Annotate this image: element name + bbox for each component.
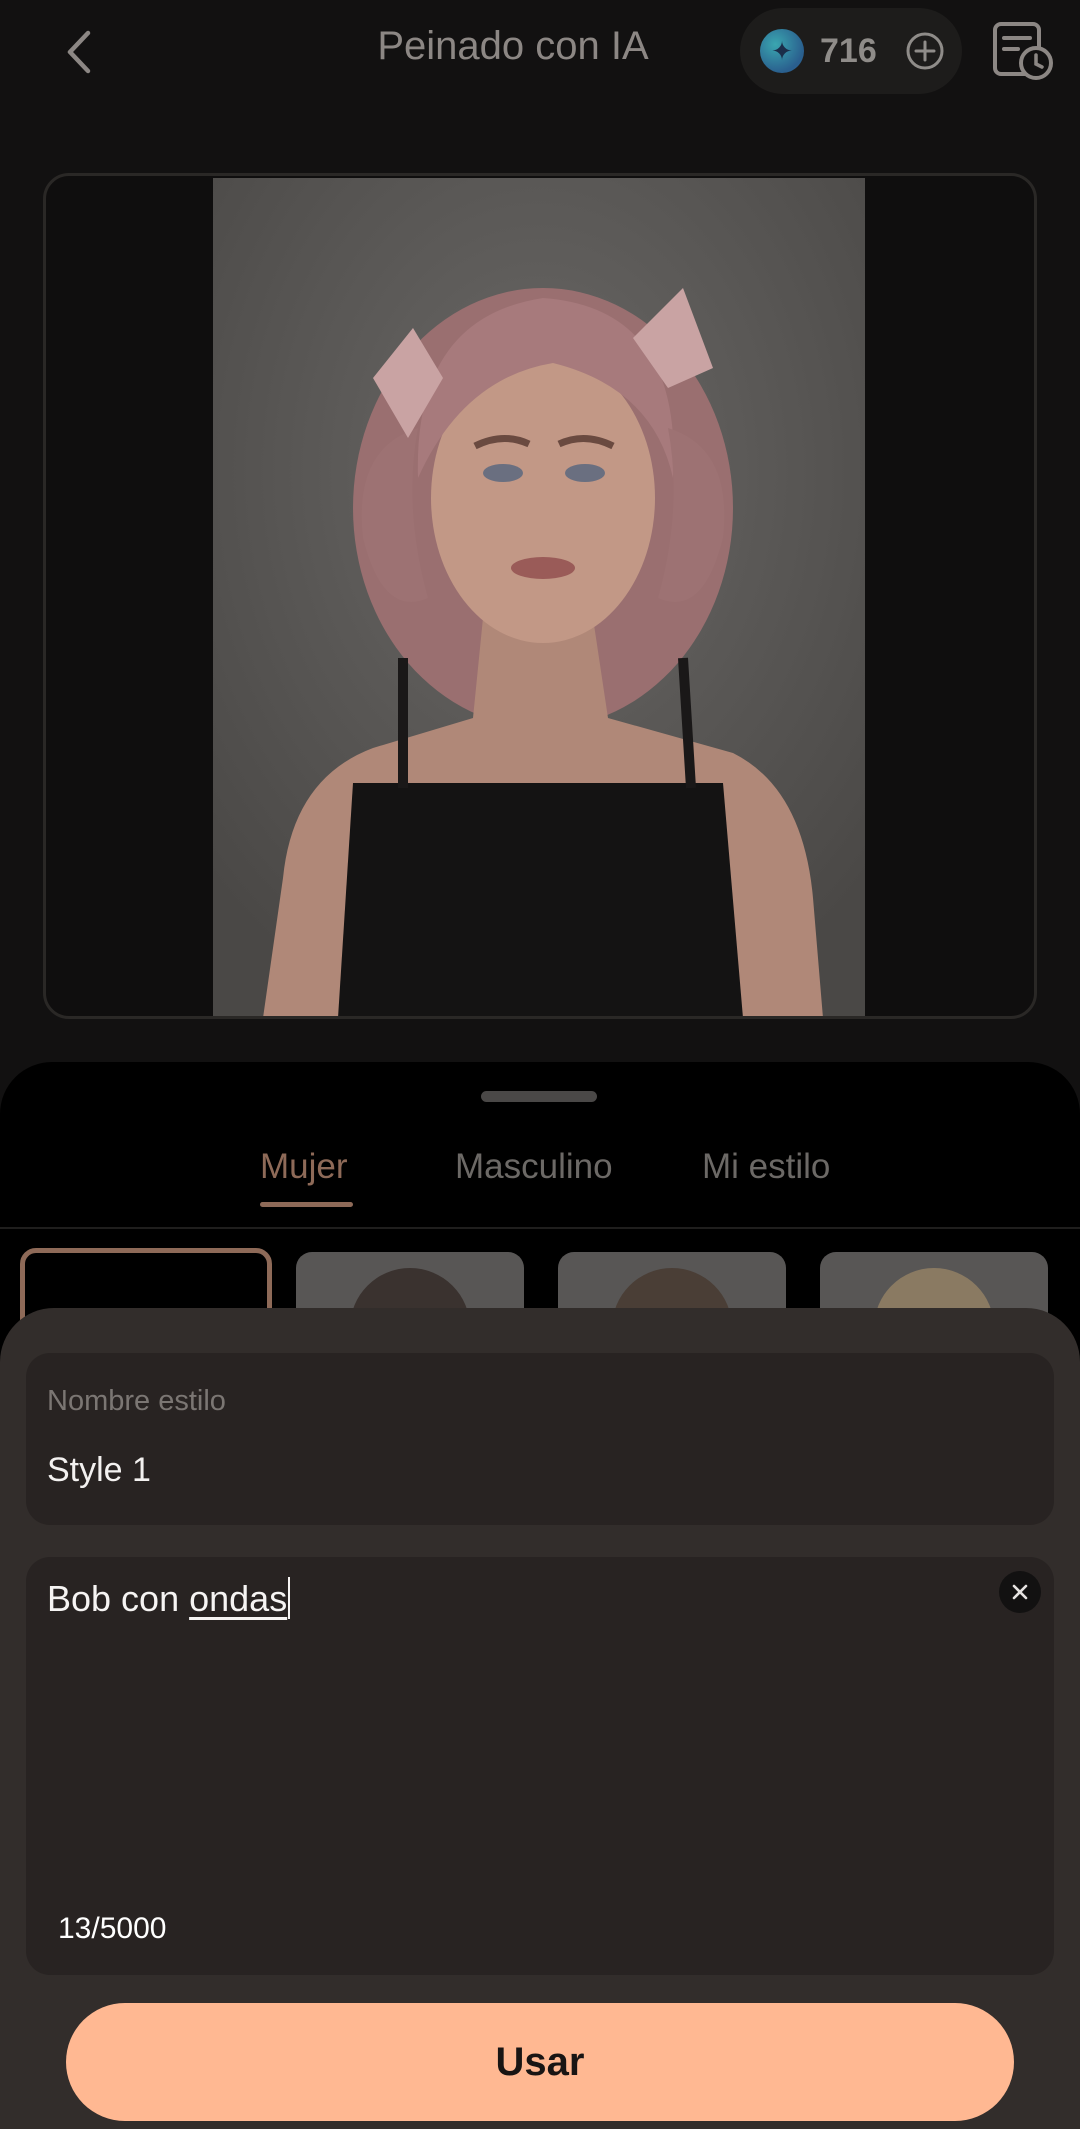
close-icon bbox=[1012, 1584, 1028, 1600]
back-button[interactable] bbox=[50, 22, 110, 82]
style-name-value[interactable]: Style 1 bbox=[47, 1451, 151, 1490]
credits-pill[interactable]: ✦ 716 bbox=[740, 8, 962, 94]
history-list-icon[interactable] bbox=[990, 18, 1056, 84]
plus-circle-icon[interactable] bbox=[905, 31, 945, 71]
prompt-textarea[interactable]: Bob con ondas 13/5000 bbox=[26, 1557, 1054, 1975]
screen: Peinado con IA ✦ 716 Mujer Masculino Mi … bbox=[0, 0, 1080, 2129]
tab-masculino[interactable]: Masculino bbox=[455, 1147, 613, 1229]
photo-preview-frame bbox=[43, 173, 1037, 1019]
chevron-left-icon bbox=[67, 30, 91, 74]
drag-handle[interactable] bbox=[481, 1091, 597, 1102]
style-name-label: Nombre estilo bbox=[47, 1385, 226, 1417]
clear-button[interactable] bbox=[999, 1571, 1041, 1613]
portrait-image bbox=[213, 178, 865, 1016]
tabs-divider bbox=[0, 1227, 1080, 1229]
prompt-text-underlined: ondas bbox=[189, 1578, 288, 1619]
gender-tabs: Mujer Masculino Mi estilo bbox=[0, 1147, 1080, 1229]
use-button[interactable]: Usar bbox=[66, 2003, 1014, 2121]
tab-mujer[interactable]: Mujer bbox=[260, 1147, 348, 1229]
character-counter: 13/5000 bbox=[58, 1912, 167, 1945]
active-tab-indicator bbox=[260, 1202, 353, 1207]
credits-count: 716 bbox=[820, 31, 877, 70]
gem-icon: ✦ bbox=[760, 29, 804, 73]
tab-mi-estilo[interactable]: Mi estilo bbox=[702, 1147, 830, 1229]
text-cursor bbox=[288, 1577, 291, 1619]
app-header: Peinado con IA ✦ 716 bbox=[0, 0, 1080, 110]
prompt-text-plain: Bob con bbox=[47, 1578, 190, 1619]
style-name-field[interactable]: Nombre estilo Style 1 bbox=[26, 1353, 1054, 1525]
prompt-text[interactable]: Bob con ondas bbox=[47, 1577, 291, 1620]
custom-style-sheet: Nombre estilo Style 1 Bob con ondas 13/5… bbox=[0, 1308, 1080, 2129]
